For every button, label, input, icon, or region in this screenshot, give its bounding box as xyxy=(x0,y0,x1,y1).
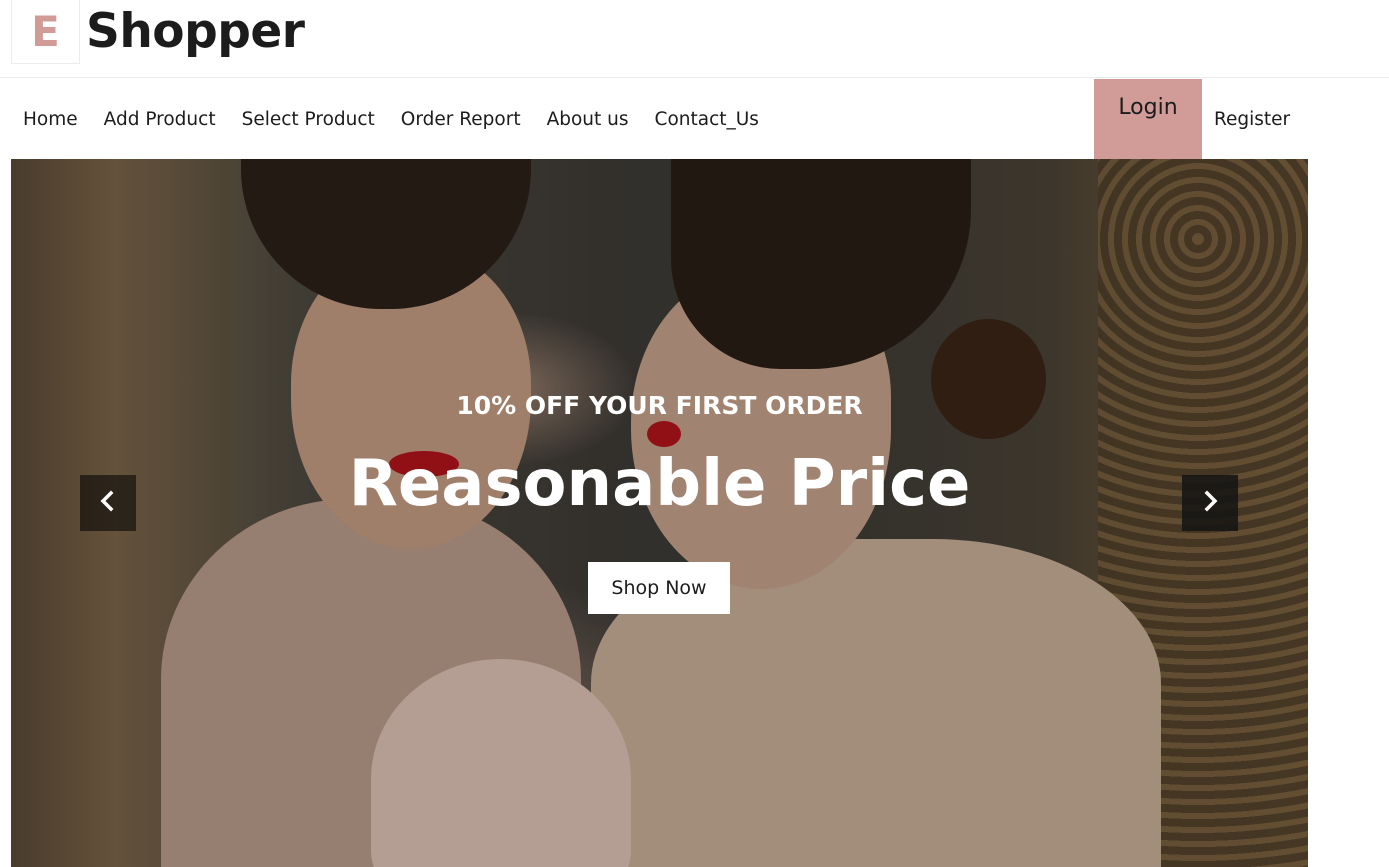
nav-link-contact-us[interactable]: Contact_Us xyxy=(655,109,759,130)
carousel-prev-button[interactable] xyxy=(80,475,136,531)
nav-link-order-report[interactable]: Order Report xyxy=(401,109,521,130)
carousel-next-button[interactable] xyxy=(1182,475,1238,531)
chevron-right-icon xyxy=(1198,489,1222,517)
page: E Shopper Home Add Product Select Produc… xyxy=(0,0,1389,867)
site-header: E Shopper xyxy=(0,0,1389,78)
chevron-left-icon xyxy=(96,489,120,517)
login-button[interactable]: Login xyxy=(1094,79,1202,159)
register-link[interactable]: Register xyxy=(1214,79,1290,159)
nav-link-select-product[interactable]: Select Product xyxy=(242,109,375,130)
logo-mark: E xyxy=(11,0,80,64)
nav-links: Home Add Product Select Product Order Re… xyxy=(23,79,785,159)
logo-text: Shopper xyxy=(86,4,305,59)
hero-caption: 10% OFF YOUR FIRST ORDER Reasonable Pric… xyxy=(11,159,1308,867)
hero-carousel: 10% OFF YOUR FIRST ORDER Reasonable Pric… xyxy=(11,159,1308,867)
nav-link-home[interactable]: Home xyxy=(23,109,78,130)
hero-title: Reasonable Price xyxy=(348,447,971,521)
shop-now-button[interactable]: Shop Now xyxy=(588,562,730,614)
main-nav: Home Add Product Select Product Order Re… xyxy=(11,79,1308,159)
nav-link-about-us[interactable]: About us xyxy=(547,109,629,130)
hero-kicker: 10% OFF YOUR FIRST ORDER xyxy=(456,391,863,420)
nav-link-add-product[interactable]: Add Product xyxy=(104,109,216,130)
logo[interactable]: E Shopper xyxy=(11,0,305,64)
